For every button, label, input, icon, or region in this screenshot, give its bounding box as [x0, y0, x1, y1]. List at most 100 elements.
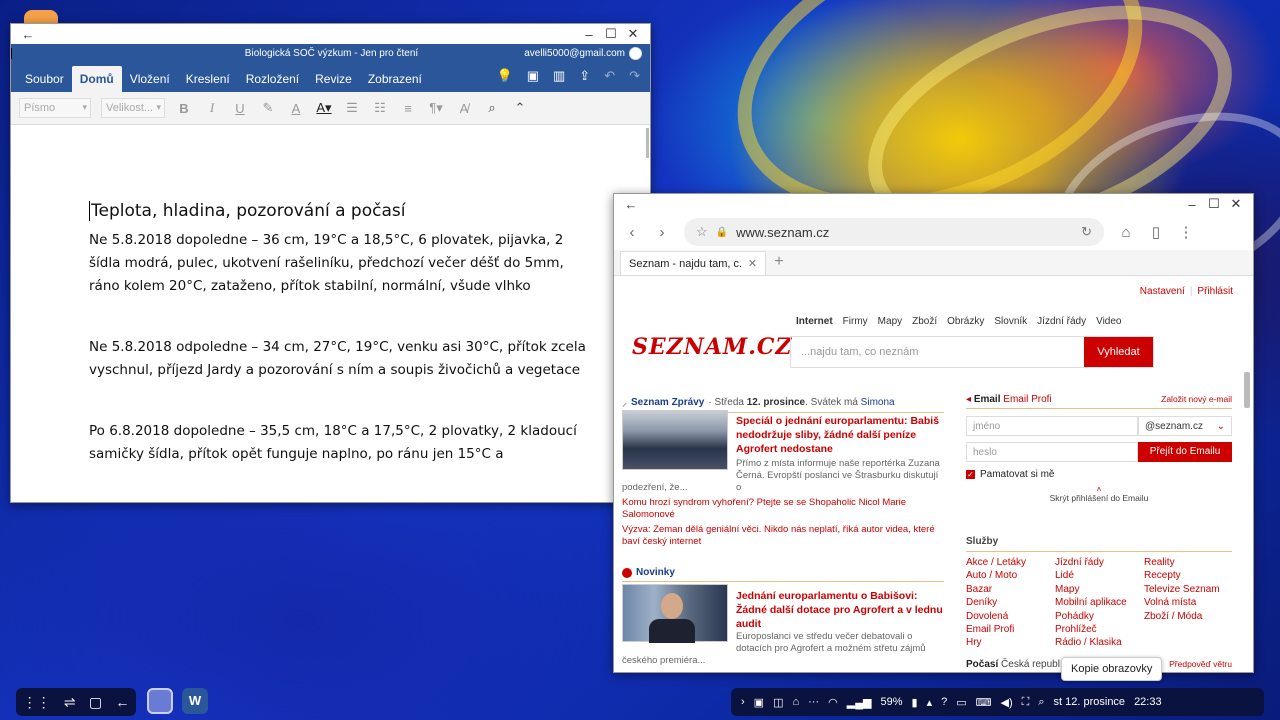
tab-vlozeni[interactable]: Vložení: [122, 66, 178, 92]
gallery-icon[interactable]: ▣: [754, 696, 764, 709]
tab-domu[interactable]: Domů: [71, 66, 122, 92]
service-link[interactable]: Reality: [1144, 556, 1220, 569]
close-icon[interactable]: ✕: [622, 26, 644, 42]
email-label[interactable]: Email: [974, 394, 1001, 405]
menu-icon[interactable]: ⋮: [1178, 223, 1194, 241]
search-tab-obrazky[interactable]: Obrázky: [947, 316, 984, 327]
service-link[interactable]: Volná místa: [1144, 596, 1220, 609]
tab-rozlozeni[interactable]: Rozložení: [238, 66, 307, 92]
maximize-icon[interactable]: ☐: [1203, 196, 1225, 212]
search-button[interactable]: Vyhledat: [1084, 337, 1153, 367]
nav-back-icon[interactable]: ‹: [624, 224, 640, 241]
reading-mode-icon[interactable]: ▥: [553, 68, 565, 84]
service-link[interactable]: Dovolená: [966, 610, 1026, 623]
service-link[interactable]: Email Profi: [966, 623, 1026, 636]
maximize-icon[interactable]: ☐: [600, 26, 622, 42]
news-link-1[interactable]: Komu hrozí syndrom vyhoření? Ptejte se s…: [622, 497, 944, 521]
keyboard-icon[interactable]: ⌨: [976, 696, 992, 709]
weather-place[interactable]: Česká republ: [1001, 659, 1060, 670]
bookmark-star-icon[interactable]: ☆: [696, 224, 708, 240]
search-tab-mapy[interactable]: Mapy: [878, 316, 902, 327]
news-thumbnail-2[interactable]: [622, 584, 728, 643]
desktop-folder-icon[interactable]: [24, 10, 58, 24]
back-arrow-icon[interactable]: ←: [620, 197, 642, 212]
headline-2[interactable]: Jednání europarlamentu o Babišovi: Žádné…: [736, 589, 946, 631]
new-email-link[interactable]: Založit nový e-mail: [1161, 394, 1232, 405]
back-icon[interactable]: ←: [115, 694, 129, 710]
hide-email-login[interactable]: ˄ Skrýt přihlášení do Emailu: [966, 485, 1232, 503]
service-link[interactable]: Lidé: [1055, 569, 1127, 582]
service-link[interactable]: Mapy: [1055, 583, 1127, 596]
settings-link[interactable]: Nastavení: [1140, 286, 1185, 297]
home-square-icon[interactable]: ▢: [89, 694, 102, 711]
headline-1[interactable]: Speciál o jednání europarlamentu: Babiš …: [736, 414, 946, 456]
font-size-dropdown[interactable]: Velikost...: [101, 98, 165, 118]
service-link[interactable]: Mobilní aplikace: [1055, 596, 1127, 609]
share-icon[interactable]: ⇪: [579, 68, 590, 84]
save-icon[interactable]: ▣: [527, 68, 539, 84]
new-tab-icon[interactable]: +: [766, 253, 792, 275]
font-color-light-icon[interactable]: A: [287, 101, 305, 116]
tab-kresleni[interactable]: Kreslení: [178, 66, 238, 92]
service-link[interactable]: Televize Seznam: [1144, 583, 1220, 596]
word-app-icon[interactable]: W: [182, 688, 208, 714]
bold-button[interactable]: B: [175, 101, 193, 116]
reload-icon[interactable]: ↻: [1081, 224, 1092, 240]
lightbulb-icon[interactable]: 💡: [497, 68, 513, 84]
address-bar[interactable]: ☆ 🔒 www.seznam.cz ↻: [684, 218, 1104, 246]
paragraph-icon[interactable]: ¶▾: [427, 100, 445, 116]
browser-tab[interactable]: Seznam - najdu tam, c... ✕: [620, 251, 766, 275]
news-link-2[interactable]: Výzva: Zeman dělá geniální věci. Nikdo n…: [622, 524, 944, 548]
service-link[interactable]: Auto / Moto: [966, 569, 1026, 582]
search-tab-slovnik[interactable]: Slovník: [994, 316, 1027, 327]
collapse-ribbon-icon[interactable]: ⌃: [511, 100, 529, 116]
service-link[interactable]: Recepty: [1144, 569, 1220, 582]
minimize-icon[interactable]: –: [578, 27, 600, 42]
italic-button[interactable]: I: [203, 100, 221, 116]
align-icon[interactable]: ≡: [399, 101, 417, 116]
volume-icon[interactable]: ◀): [1001, 696, 1013, 709]
help-icon[interactable]: ?: [941, 696, 947, 708]
email-password-input[interactable]: heslo: [966, 442, 1138, 462]
screen-record-icon[interactable]: ◫: [773, 696, 783, 709]
novinky-label[interactable]: Novinky: [636, 567, 675, 578]
document-scrollbar[interactable]: [646, 128, 649, 158]
news-name[interactable]: Simona: [861, 397, 895, 408]
account[interactable]: avelli5000@gmail.com: [524, 47, 642, 60]
apps-grid-icon[interactable]: ⋮⋮: [23, 694, 51, 711]
search-input[interactable]: ...najdu tam, co neznám: [791, 337, 1084, 367]
tab-revize[interactable]: Revize: [307, 66, 360, 92]
dex-icon[interactable]: ▭: [956, 696, 966, 709]
store-icon[interactable]: ⌂: [792, 696, 799, 708]
email-username-input[interactable]: jméno: [966, 416, 1138, 436]
numbering-icon[interactable]: ☷: [371, 100, 389, 116]
service-link[interactable]: Pohádky: [1055, 610, 1127, 623]
tray-expand-icon[interactable]: ›: [741, 696, 745, 708]
browser-app-icon[interactable]: [147, 688, 173, 714]
login-link[interactable]: Přihlásit: [1197, 286, 1233, 297]
more-icon[interactable]: ···: [808, 696, 819, 708]
search-tab-internet[interactable]: Internet: [796, 316, 833, 327]
recent-apps-icon[interactable]: ⇌: [64, 694, 76, 711]
forecast-link[interactable]: Předpověď větru: [1169, 659, 1232, 670]
search-tab-jizdni-rady[interactable]: Jízdní řády: [1037, 316, 1086, 327]
tab-zobrazeni[interactable]: Zobrazení: [360, 66, 430, 92]
minimize-icon[interactable]: –: [1181, 197, 1203, 212]
service-link[interactable]: Akce / Letáky: [966, 556, 1026, 569]
bullets-icon[interactable]: ☰: [343, 100, 361, 116]
email-domain-select[interactable]: @seznam.cz ⌄: [1138, 416, 1232, 436]
service-link[interactable]: Bazar: [966, 583, 1026, 596]
news-thumbnail-1[interactable]: [622, 410, 728, 470]
tab-close-icon[interactable]: ✕: [748, 257, 757, 270]
search-icon[interactable]: ⌕: [1038, 696, 1044, 709]
service-link[interactable]: Jízdní řády: [1055, 556, 1127, 569]
redo-icon[interactable]: ↷: [629, 68, 640, 84]
email-profi-link[interactable]: Email Profi: [1003, 394, 1051, 405]
search-tab-zbozi[interactable]: Zboží: [912, 316, 937, 327]
screenshot-icon[interactable]: ⛶: [1022, 696, 1030, 709]
seznam-logo[interactable]: SEZNAM.CZ: [632, 334, 792, 360]
font-name-dropdown[interactable]: Písmo: [19, 98, 91, 118]
styles-icon[interactable]: A̸: [455, 101, 473, 116]
search-tab-video[interactable]: Video: [1096, 316, 1121, 327]
find-icon[interactable]: ⌕: [483, 100, 501, 116]
